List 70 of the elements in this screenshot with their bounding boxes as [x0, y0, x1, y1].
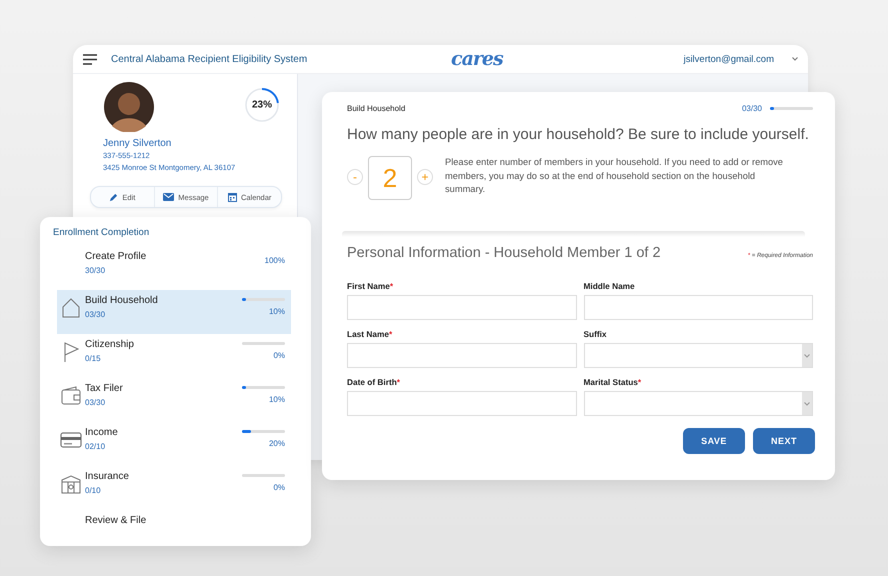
- step-percent: 0%: [273, 483, 285, 492]
- field-label: Marital Status*: [584, 377, 642, 387]
- select-field[interactable]: [584, 343, 813, 368]
- pencil-icon: [109, 192, 118, 202]
- field-label: Last Name*: [347, 329, 394, 339]
- step-row[interactable]: Review & File: [57, 510, 291, 554]
- field-label: First Name*: [347, 281, 394, 291]
- step-label: Build Household: [85, 294, 159, 308]
- step-row[interactable]: Citizenship 0/15 0%: [57, 334, 291, 378]
- completion-percent: 23%: [252, 100, 272, 110]
- step-label: Create Profile: [85, 250, 148, 264]
- step-label: Insurance: [85, 470, 130, 484]
- step-count: 02/10: [85, 441, 106, 453]
- form-button[interactable]: NEXT: [753, 428, 815, 454]
- step-progress-bar: [242, 342, 285, 345]
- calendar-icon: [228, 192, 237, 202]
- input-field[interactable]: [347, 391, 576, 416]
- envelope-icon: [163, 193, 174, 201]
- credit-card-icon: [60, 432, 82, 448]
- select-field[interactable]: [584, 391, 813, 416]
- step-percent: 0%: [273, 351, 285, 360]
- chevron-down-icon[interactable]: [792, 57, 798, 61]
- step-count: 0/15: [85, 353, 102, 365]
- logo: cares: [451, 48, 503, 70]
- input-field[interactable]: [584, 295, 813, 320]
- step-label: Review & File: [85, 514, 148, 528]
- field-label: Date of Birth*: [347, 377, 402, 387]
- profile-name: Jenny Silverton: [103, 138, 172, 150]
- step-progress-bar: [242, 474, 285, 477]
- input-field[interactable]: [347, 295, 576, 320]
- step-row[interactable]: Insurance 0/10 0%: [57, 466, 291, 510]
- chevron-down-icon: [804, 354, 810, 358]
- step-row[interactable]: Create Profile 30/30 100%: [57, 246, 291, 290]
- selected-step-row[interactable]: Build Household 03/30 10%: [57, 290, 291, 334]
- field-label: Middle Name: [584, 281, 636, 291]
- step-percent: 100%: [264, 256, 285, 265]
- input-field[interactable]: [347, 343, 576, 368]
- building-icon: [60, 474, 82, 494]
- hint-text: Please enter number of members in your household. If you need to add or remove members, you may do so at the end of household section on the household summary.: [445, 156, 784, 196]
- step-progress-bar: [770, 107, 813, 110]
- progress-ring: [243, 86, 281, 124]
- step-count: 0/10: [85, 485, 102, 497]
- wallet-icon: [60, 386, 82, 406]
- form-title: Personal Information - Household Member 1 of 2: [347, 245, 661, 261]
- field-label: Suffix: [584, 329, 608, 339]
- step-percent: 10%: [268, 307, 285, 316]
- menu-icon[interactable]: [83, 54, 97, 64]
- step-percent: 10%: [268, 395, 285, 404]
- section-title: Build Household: [347, 104, 406, 113]
- app-title: Central Alabama Recipient Eligibility System: [111, 54, 308, 64]
- avatar-icon: [104, 82, 154, 132]
- step-label: Tax Filer: [85, 382, 124, 396]
- step-progress-bar: [242, 430, 285, 433]
- step-count: 03/30: [85, 397, 106, 409]
- house-icon: [60, 297, 82, 319]
- step-count: 30/30: [85, 265, 106, 277]
- step-label: Citizenship: [85, 338, 135, 352]
- step-count: 03/30: [85, 309, 106, 321]
- step-row[interactable]: Income 02/10 20%: [57, 422, 291, 466]
- question: How many people are in your household? Be sure to include yourself.: [347, 125, 809, 145]
- account-email[interactable]: jsilverton@gmail.com: [684, 54, 774, 64]
- step-row[interactable]: Tax Filer 03/30 10%: [57, 378, 291, 422]
- chevron-down-icon: [804, 402, 810, 406]
- step-percent: 20%: [268, 439, 285, 448]
- step-label: Income: [85, 426, 119, 440]
- step-count: 03/30: [742, 104, 762, 113]
- flag-icon: [62, 341, 80, 363]
- step-progress-bar: [242, 386, 285, 389]
- card-title: Enrollment Completion: [53, 227, 150, 238]
- form-button[interactable]: SAVE: [683, 428, 745, 454]
